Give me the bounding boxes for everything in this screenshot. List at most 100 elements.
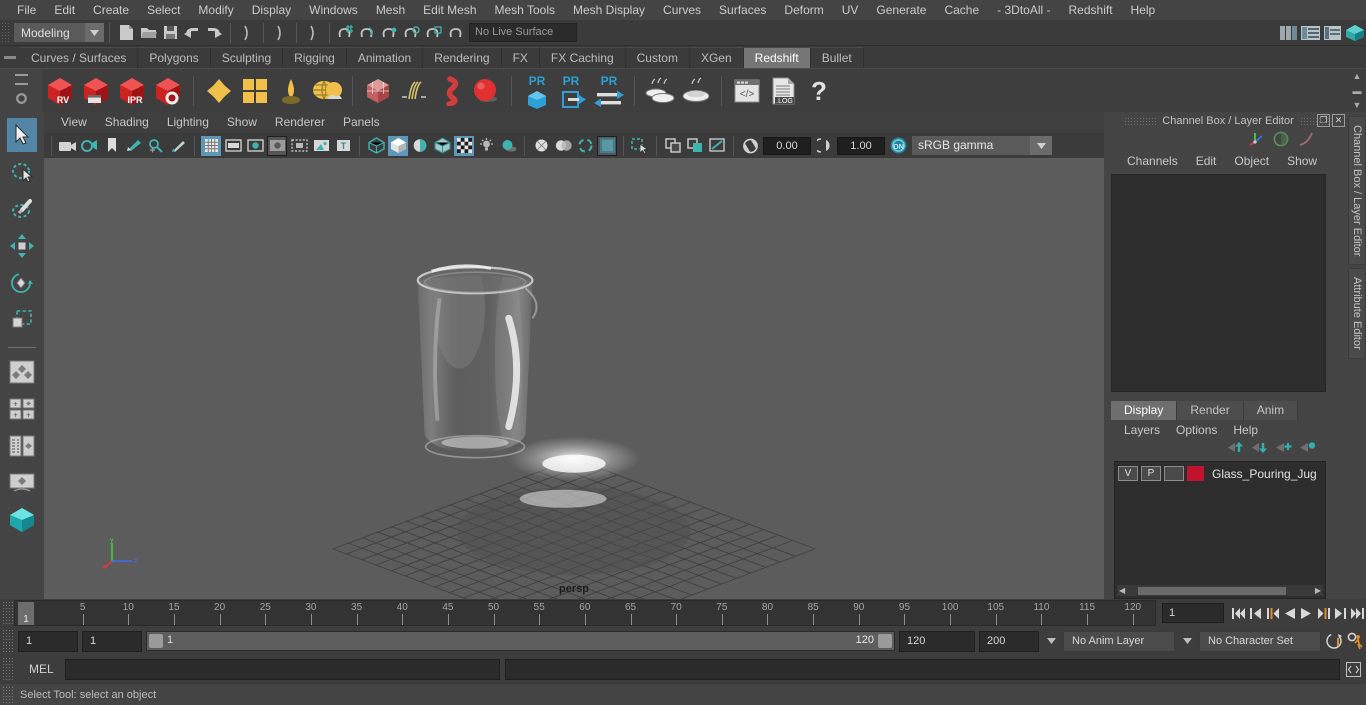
toggle-sidebar-icon[interactable] bbox=[1278, 22, 1300, 44]
menu-modify[interactable]: Modify bbox=[189, 0, 242, 20]
layout-persp-outliner[interactable]: + + + bbox=[7, 392, 37, 426]
smooth-shade-flat-icon[interactable] bbox=[410, 136, 430, 156]
snap-to-point-icon[interactable] bbox=[379, 22, 401, 44]
xray-active-components-icon[interactable] bbox=[575, 136, 595, 156]
menu-redshift[interactable]: Redshift bbox=[1060, 0, 1122, 20]
tool-settings-icon[interactable] bbox=[1322, 22, 1344, 44]
shelf-redshift-material-blender[interactable] bbox=[237, 71, 273, 111]
select-by-object-type-icon[interactable] bbox=[269, 22, 291, 44]
shelf-scroll-down-icon[interactable]: ▼ bbox=[1353, 101, 1362, 110]
undock-panel-icon[interactable]: ❐ bbox=[1317, 114, 1330, 127]
viewport-image-icon[interactable] bbox=[311, 136, 331, 156]
menu-cache[interactable]: Cache bbox=[935, 0, 988, 20]
shelf-tab-fx-caching[interactable]: FX Caching bbox=[539, 47, 626, 68]
gate-mask-icon[interactable] bbox=[267, 135, 287, 156]
layout-single-persp[interactable] bbox=[7, 466, 37, 500]
animation-preferences-icon[interactable] bbox=[1346, 631, 1363, 651]
scrollbar-thumb[interactable] bbox=[1138, 586, 1287, 595]
menu-mesh[interactable]: Mesh bbox=[367, 0, 414, 20]
film-gate-icon[interactable] bbox=[223, 136, 243, 156]
move-layer-up-icon[interactable] bbox=[1228, 441, 1244, 457]
vtab-attribute-editor[interactable]: Attribute Editor bbox=[1348, 268, 1366, 360]
shelf-redshift-log[interactable]: .LOG bbox=[765, 71, 801, 111]
scroll-right-icon[interactable]: ▶ bbox=[1313, 586, 1323, 595]
layer-menu-help[interactable]: Help bbox=[1225, 420, 1266, 440]
channel-box-list[interactable] bbox=[1111, 174, 1326, 392]
shelf-tab-polygons[interactable]: Polygons bbox=[138, 47, 211, 68]
shelf-scroll-up-icon[interactable]: ▲ bbox=[1353, 72, 1362, 81]
viewport-menu-view[interactable]: View bbox=[52, 112, 96, 133]
isolate-select-icon[interactable] bbox=[630, 136, 650, 156]
shelf-redshift-script-editor[interactable]: </> bbox=[729, 71, 765, 111]
layer-name[interactable]: Glass_Pouring_Jug bbox=[1212, 467, 1317, 481]
playback-start-time-field[interactable]: 1 bbox=[82, 630, 142, 652]
command-result-field[interactable] bbox=[504, 658, 1340, 680]
xray-joints-icon[interactable] bbox=[553, 136, 573, 156]
go-to-start-icon[interactable] bbox=[1230, 603, 1247, 623]
shelf-redshift-render-settings[interactable] bbox=[150, 71, 186, 111]
layer-playback-toggle[interactable]: P bbox=[1141, 466, 1161, 481]
shelf-tab-fx[interactable]: FX bbox=[501, 47, 540, 68]
snap-to-projected-center-icon[interactable] bbox=[401, 22, 423, 44]
menu-curves[interactable]: Curves bbox=[654, 0, 710, 20]
layer-state-toggle[interactable] bbox=[1164, 466, 1184, 481]
shelf-redshift-proxy-object[interactable] bbox=[360, 71, 396, 111]
menu-select[interactable]: Select bbox=[138, 0, 189, 20]
step-back-frame-icon[interactable] bbox=[1264, 603, 1281, 623]
layer-tab-display[interactable]: Display bbox=[1111, 401, 1178, 420]
menu-3dtoall[interactable]: - 3DtoAll - bbox=[988, 0, 1059, 20]
shelf-tab-animation[interactable]: Animation bbox=[346, 47, 424, 68]
attribute-editor-icon[interactable] bbox=[1300, 22, 1322, 44]
save-scene-icon[interactable] bbox=[159, 22, 181, 44]
shelf-tab-grip[interactable] bbox=[0, 46, 20, 68]
shelf-redshift-render-view[interactable]: RV bbox=[42, 71, 78, 111]
shelf-redshift-environment[interactable] bbox=[309, 71, 345, 111]
gear-icon[interactable] bbox=[15, 92, 28, 108]
exposure-field[interactable]: 0.00 bbox=[763, 136, 811, 155]
multisample-anti-aliasing-icon[interactable] bbox=[597, 135, 617, 156]
tool-lasso-select[interactable] bbox=[7, 155, 37, 189]
character-set-selector[interactable]: No Character Set bbox=[1199, 630, 1321, 652]
image-plane-icon[interactable] bbox=[124, 136, 144, 156]
curve-icon[interactable] bbox=[1298, 131, 1314, 150]
viewport-menu-shading[interactable]: Shading bbox=[96, 112, 158, 133]
shaded-wireframe-icon[interactable] bbox=[432, 136, 452, 156]
smooth-preview-icon[interactable] bbox=[707, 136, 727, 156]
panel-grip[interactable] bbox=[1124, 116, 1157, 126]
text-overlay-icon[interactable]: T bbox=[333, 136, 353, 156]
shelf-redshift-material[interactable] bbox=[201, 71, 237, 111]
time-slider-grip[interactable] bbox=[2, 601, 14, 625]
menu-edit[interactable]: Edit bbox=[45, 0, 84, 20]
shelf-redshift-light-dome[interactable] bbox=[273, 71, 309, 111]
xray-icon[interactable] bbox=[531, 136, 551, 156]
shelf-redshift-sphere[interactable] bbox=[468, 71, 504, 111]
move-layer-down-icon[interactable] bbox=[1252, 441, 1268, 457]
menu-file[interactable]: File bbox=[8, 0, 45, 20]
shelf-scroll-menu-icon[interactable]: ▬ bbox=[1353, 86, 1362, 96]
smooth-shade-all-icon[interactable] bbox=[388, 135, 408, 156]
range-slider-grip[interactable] bbox=[2, 629, 14, 653]
channelbox-menu-channels[interactable]: Channels bbox=[1118, 150, 1187, 172]
viewport-snapshot-icon[interactable] bbox=[685, 136, 705, 156]
command-input[interactable] bbox=[64, 658, 500, 680]
viewport-menu-renderer[interactable]: Renderer bbox=[266, 112, 334, 133]
xray-duplicate-icon[interactable] bbox=[663, 136, 683, 156]
display-layer-list[interactable]: V P Glass_Pouring_Jug ◀ ▶ bbox=[1114, 461, 1326, 599]
layer-menu-layers[interactable]: Layers bbox=[1116, 420, 1168, 440]
gamma-field[interactable]: 1.00 bbox=[837, 136, 885, 155]
command-language-label[interactable]: MEL bbox=[19, 662, 60, 676]
camera-attributes-icon[interactable] bbox=[80, 136, 100, 156]
scroll-left-icon[interactable]: ◀ bbox=[1117, 586, 1127, 595]
menu-help[interactable]: Help bbox=[1122, 0, 1165, 20]
play-forwards-icon[interactable] bbox=[1298, 603, 1315, 623]
menu-create[interactable]: Create bbox=[84, 0, 138, 20]
grid-toggle-icon[interactable] bbox=[201, 135, 221, 156]
shading-sphere-icon[interactable] bbox=[1273, 131, 1289, 150]
shelf-tab-redshift[interactable]: Redshift bbox=[743, 47, 811, 68]
make-live-icon[interactable] bbox=[445, 22, 467, 44]
color-management-selector[interactable]: sRGB gamma bbox=[912, 136, 1052, 155]
select-by-component-type-icon[interactable] bbox=[302, 22, 324, 44]
step-forward-frame-icon[interactable] bbox=[1315, 603, 1332, 623]
menu-generate[interactable]: Generate bbox=[867, 0, 935, 20]
shelf-redshift-pr-export[interactable]: PR bbox=[555, 71, 591, 111]
